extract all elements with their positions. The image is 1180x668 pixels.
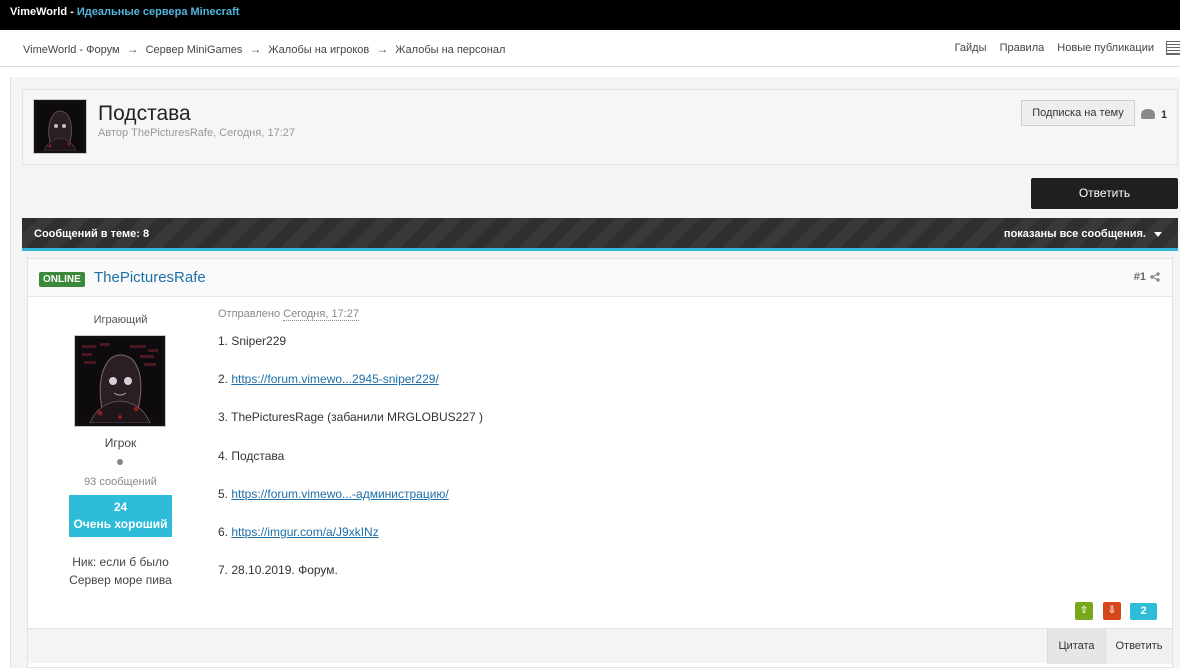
users-icon [1141,109,1155,119]
post-date: Отправлено Сегодня, 17:27 [218,308,359,321]
reputation-label: Очень хороший [73,517,168,531]
posts-count: Сообщений в теме: 8 [34,228,150,240]
nav-link-rules[interactable]: Правила [1000,42,1045,54]
post-header: ONLINE ThePicturesRafe #1 [28,259,1172,297]
subscribe-button[interactable]: Подписка на тему [1021,100,1135,126]
post-line-2-prefix: 2. [218,372,232,387]
brand-tagline: Идеальные сервера Minecraft [76,6,240,18]
nav-link-guides[interactable]: Гайды [955,42,987,54]
breadcrumb-item-minigames[interactable]: Сервер MiniGames [146,44,243,56]
author-avatar[interactable] [74,335,166,427]
post-line-5: 5. https://forum.vimewo...-администрацию… [218,487,483,525]
chevron-down-icon[interactable] [1154,232,1162,237]
post-author-link[interactable]: ThePicturesRafe [94,269,206,286]
post-number[interactable]: #1 [1134,271,1146,283]
posted-prefix: Отправлено [218,308,281,320]
menu-icon[interactable] [1166,41,1180,55]
online-badge: ONLINE [39,272,85,287]
posts-filter[interactable]: показаны все сообщения. [1004,228,1146,240]
custom-fields: Ник: если б было Сервер море пива [28,553,213,589]
topic-meta: Автор ThePicturesRafe, Сегодня, 17:27 [98,127,295,139]
reply-topic-button[interactable]: Ответить [1031,178,1178,209]
post-line-6: 6. https://imgur.com/a/J9xkINz [218,525,483,563]
followers-number: 1 [1161,109,1168,121]
post-link-1[interactable]: https://forum.vimewo...2945-sniper229/ [231,372,438,386]
site-brand[interactable]: VimeWorld - Идеальные сервера Minecraft [10,6,239,18]
post-line-2: 2. https://forum.vimewo...2945-sniper229… [218,372,483,410]
arrow-up-icon: ⇧ [1079,605,1089,616]
user-title: Играющий [93,314,148,326]
breadcrumb-item-complaints-players[interactable]: Жалобы на игроков [268,44,369,56]
breadcrumb-arrow: → [126,42,139,56]
posted-time: Сегодня, 17:27 [283,308,359,321]
breadcrumb-item-complaints-staff[interactable]: Жалобы на персонал [395,44,505,56]
breadcrumb-arrow: → [376,42,389,56]
post: ONLINE ThePicturesRafe #1 Играющий Игрок… [27,258,1173,668]
post-link-3[interactable]: https://imgur.com/a/J9xkINz [231,525,378,539]
nav-links: Гайды Правила Новые публикации [945,42,1154,54]
arrow-down-icon: ⇩ [1107,605,1117,616]
topic-title: Подстава [98,102,191,125]
reputation-badge: 24 Очень хороший [69,495,172,537]
vote-up-button[interactable]: ⇧ [1075,602,1093,620]
post-content: 1. Sniper229 2. https://forum.vimewo...2… [218,334,483,601]
followers-count[interactable]: 1 [1141,109,1167,121]
posts-info-bar: Сообщений в теме: 8 показаны все сообщен… [22,218,1178,251]
vote-down-button[interactable]: ⇩ [1103,602,1121,620]
site-header: VimeWorld - Идеальные сервера Minecraft [0,0,1180,30]
reputation-value: 24 [113,500,128,514]
user-group: Игрок [104,436,137,450]
breadcrumb: VimeWorld - Форум → Сервер MiniGames → Жалоб… [23,42,505,56]
status-dot-icon [117,459,123,465]
breadcrumb-item-forum[interactable]: VimeWorld - Форум [23,44,120,56]
post-line-6-prefix: 6. [218,524,232,539]
share-icon[interactable] [1150,272,1160,282]
post-line-4: 4. Подстава [218,448,285,463]
post-line-1: 1. Sniper229 [218,334,287,348]
topic-author-avatar[interactable] [33,99,87,154]
post-link-2[interactable]: https://forum.vimewo...-администрацию/ [231,487,448,501]
reply-button[interactable]: Ответить [1105,629,1172,664]
vote-count[interactable]: 2 [1130,603,1157,620]
topic-header: Подстава Автор ThePicturesRafe, Сегодня,… [22,89,1178,165]
avatar-image [78,339,162,423]
nav-bar: VimeWorld - Форум → Сервер MiniGames → Жалоб… [0,30,1180,67]
post-footer: Цитата Ответить [28,628,1172,664]
brand-separator: - [67,6,77,18]
brand-name: VimeWorld [10,6,68,18]
post-line-3: 3. ThePicturesRage (забанили MRGLOBUS227… [218,410,484,425]
nick-field: Ник: если б было [72,555,169,569]
breadcrumb-arrow: → [249,42,262,56]
post-line-7: 7. 28.10.2019. Форум. [218,563,338,578]
nav-link-new-posts[interactable]: Новые публикации [1057,42,1154,54]
user-post-count[interactable]: 93 сообщений [28,476,213,488]
author-panel: Играющий Игрок 93 сообщений 24 Очень хор… [28,297,213,628]
avatar-image [36,102,84,151]
quote-button[interactable]: Цитата [1047,629,1105,664]
server-field: Сервер море пива [69,573,172,587]
post-line-5-prefix: 5. [218,486,232,501]
